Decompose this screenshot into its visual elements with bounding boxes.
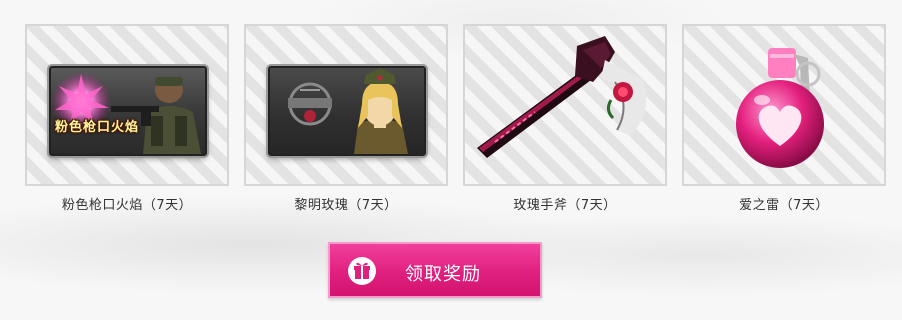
reward-caption: 爱之雷（7天） — [739, 198, 829, 213]
reward-item-dawn-rose: 黎明玫瑰（7天） — [244, 24, 448, 213]
reward-caption: 粉色枪口火焰（7天） — [61, 198, 193, 213]
heart-grenade-icon — [736, 48, 824, 168]
rose-girl-card-icon — [268, 66, 426, 156]
claim-reward-label: 领取奖励 — [405, 264, 481, 285]
reward-thumbnail — [244, 24, 448, 186]
claim-reward-button[interactable]: 领取奖励 — [328, 242, 542, 298]
reward-thumbnail — [463, 24, 667, 186]
reward-item-love-grenade: 爱之雷（7天） — [682, 24, 886, 213]
soldier-card-icon: 粉色枪口火焰 — [49, 66, 207, 156]
reward-thumbnail: 粉色枪口火焰 — [25, 24, 229, 186]
reward-item-pink-muzzle-flame: 粉色枪口火焰 粉色枪口火焰（7天） — [25, 24, 229, 213]
rose-hatchet-icon — [477, 36, 647, 158]
reward-image-text: 粉色枪口火焰 — [55, 120, 140, 135]
reward-caption: 黎明玫瑰（7天） — [294, 198, 398, 213]
reward-thumbnail — [682, 24, 886, 186]
reward-list: 粉色枪口火焰 粉色枪口火焰（7天） 黎明玫瑰（7天） 玫瑰手斧（7天） 爱之雷（… — [0, 0, 902, 230]
reward-item-rose-hatchet: 玫瑰手斧（7天） — [463, 24, 667, 213]
reward-caption: 玫瑰手斧（7天） — [513, 198, 617, 213]
